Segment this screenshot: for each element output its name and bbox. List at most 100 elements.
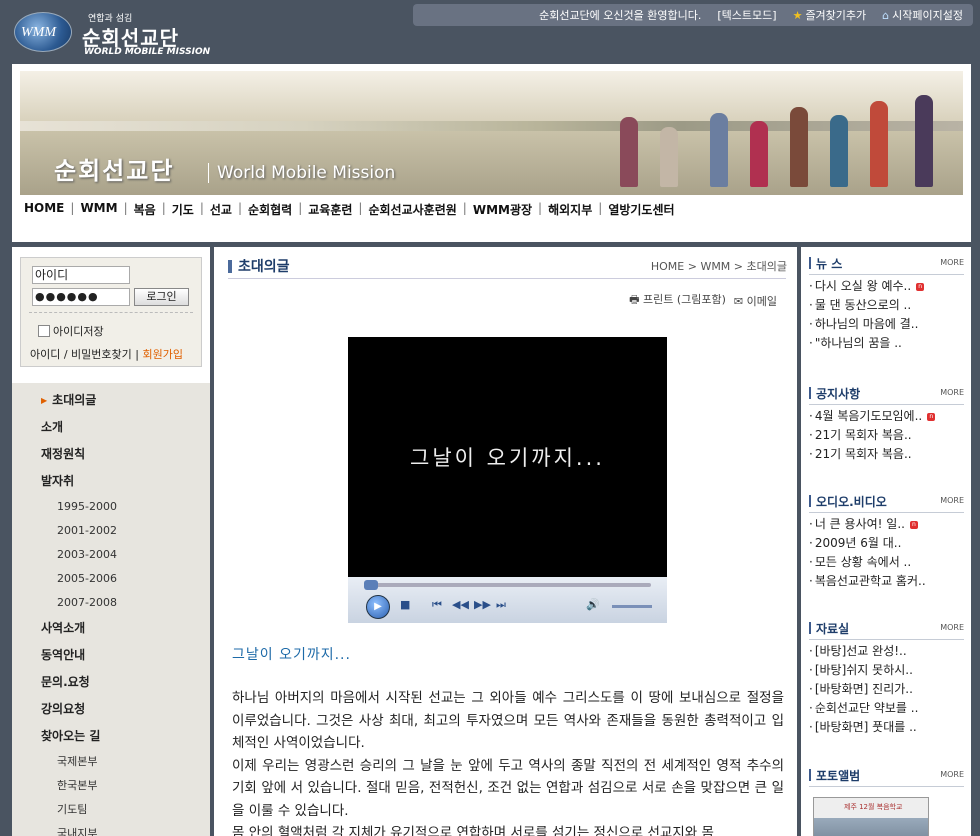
list-item[interactable]: 복음선교관학교 홈커.. bbox=[809, 572, 964, 591]
volume-icon[interactable]: 🔊 bbox=[586, 598, 600, 611]
list-item[interactable]: [바탕]쉬지 못하시.. bbox=[809, 661, 964, 680]
checkbox-icon bbox=[38, 325, 50, 337]
box-divider bbox=[809, 786, 964, 787]
photo-thumbnail[interactable]: 제주 12월 복음학교 bbox=[813, 797, 929, 836]
video-screen[interactable]: 그날이 오기까지... bbox=[348, 337, 667, 577]
left-nav-item[interactable]: 발자취 bbox=[12, 468, 210, 495]
article-paragraph: 이제 우리는 영광스런 승리의 그 날을 눈 앞에 두고 역사의 종말 직전의 … bbox=[232, 757, 784, 819]
left-nav-item[interactable]: 소개 bbox=[12, 414, 210, 441]
list-item[interactable]: 21기 목회자 복음.. bbox=[809, 426, 964, 445]
left-nav-item[interactable]: 문의.요청 bbox=[12, 669, 210, 696]
left-nav-item[interactable]: 초대의글 bbox=[12, 387, 210, 414]
print-link[interactable]: 🖶 프린트 (그림포함) bbox=[629, 291, 726, 310]
top-header: WMM 연합과 섬김 순회선교단 WORLD MOBILE MISSION 순회… bbox=[0, 0, 980, 62]
more-link[interactable]: MORE bbox=[940, 388, 964, 397]
email-link[interactable]: ✉ 이메일 bbox=[734, 293, 777, 309]
id-input[interactable]: 아이디 bbox=[32, 266, 130, 284]
left-nav-subitem[interactable]: 기도팀 bbox=[12, 798, 210, 822]
more-link[interactable]: MORE bbox=[940, 258, 964, 267]
left-nav-subitem[interactable]: 한국본부 bbox=[12, 774, 210, 798]
list-item[interactable]: 21기 목회자 복음.. bbox=[809, 445, 964, 464]
seek-handle[interactable] bbox=[364, 580, 378, 590]
more-link[interactable]: MORE bbox=[940, 770, 964, 779]
header-panel: 순회선교단 World Mobile Mission HOME | WMM | 복음 | 기… bbox=[12, 64, 971, 242]
nav-item[interactable]: 기도 bbox=[172, 201, 194, 218]
nav-item[interactable]: 순회선교사훈련원 bbox=[368, 201, 456, 218]
left-nav-item[interactable]: 사역소개 bbox=[12, 615, 210, 642]
left-nav-subitem[interactable]: 1995-2000 bbox=[12, 495, 210, 519]
left-nav-subitem[interactable]: 2005-2006 bbox=[12, 567, 210, 591]
login-box: 아이디 ●●●●●● 로그인 아이디저장 아이디 / 비밀번호찾기 | 회원가입 bbox=[20, 257, 202, 367]
nav-item[interactable]: WMM광장 bbox=[473, 201, 532, 218]
list-item[interactable]: 다시 오실 왕 예수.. n bbox=[809, 277, 964, 296]
list-item[interactable]: 순회선교단 약보를 .. bbox=[809, 699, 964, 718]
more-link[interactable]: MORE bbox=[940, 496, 964, 505]
next-icon[interactable]: ⏭ bbox=[496, 598, 506, 612]
homepage-link[interactable]: ⌂ 시작페이지설정 bbox=[882, 7, 963, 23]
left-nav-item[interactable]: 동역안내 bbox=[12, 642, 210, 669]
nav-separator: | bbox=[598, 201, 603, 215]
list-item[interactable]: 4월 복음기도모임에.. n bbox=[809, 407, 964, 426]
nav-item[interactable]: 복음 bbox=[134, 201, 156, 218]
news-heading: 뉴 스 MORE bbox=[809, 255, 964, 273]
left-nav-subitem[interactable]: 국내지부 bbox=[12, 822, 210, 836]
list-item[interactable]: 너 큰 용사여! 일.. n bbox=[809, 515, 964, 534]
site-logo[interactable]: WMM 연합과 섬김 순회선교단 WORLD MOBILE MISSION bbox=[14, 10, 214, 58]
rewind-icon[interactable]: ◀◀ bbox=[452, 598, 469, 611]
nav-item[interactable]: WMM bbox=[80, 201, 117, 218]
banner-image: 순회선교단 World Mobile Mission bbox=[20, 71, 963, 195]
box-divider bbox=[809, 274, 964, 275]
walker-figure bbox=[710, 113, 728, 187]
left-nav-item[interactable]: 찾아오는 길 bbox=[12, 723, 210, 750]
nav-item[interactable]: 순회협력 bbox=[248, 201, 292, 218]
left-sidebar: 아이디 ●●●●●● 로그인 아이디저장 아이디 / 비밀번호찾기 | 회원가입… bbox=[12, 247, 210, 836]
stop-icon[interactable]: ■ bbox=[400, 598, 410, 611]
more-link[interactable]: MORE bbox=[940, 623, 964, 632]
article-body: 하나님 아버지의 마음에서 시작된 선교는 그 외아들 예수 그리스도를 이 땅… bbox=[232, 687, 784, 836]
list-item-text: 21기 목회자 복음.. bbox=[814, 428, 912, 442]
av-heading: 오디오.비디오 MORE bbox=[809, 493, 964, 511]
text-mode-link[interactable]: [텍스트모드] bbox=[717, 7, 776, 23]
nav-item[interactable]: 열방기도센터 bbox=[608, 201, 674, 218]
left-nav-subitem[interactable]: 2001-2002 bbox=[12, 519, 210, 543]
nav-item[interactable]: 선교 bbox=[210, 201, 232, 218]
left-nav-item[interactable]: 재정원칙 bbox=[12, 441, 210, 468]
star-icon: ★ bbox=[792, 8, 803, 22]
find-account-link[interactable]: 아이디 / 비밀번호찾기 bbox=[30, 348, 132, 361]
nav-item[interactable]: 해외지부 bbox=[548, 201, 592, 218]
nav-separator: | bbox=[70, 201, 75, 215]
play-icon[interactable]: ▶ bbox=[366, 595, 390, 619]
left-nav-subitem[interactable]: 2003-2004 bbox=[12, 543, 210, 567]
seek-bar[interactable] bbox=[364, 580, 651, 590]
left-nav-item[interactable]: 강의요청 bbox=[12, 696, 210, 723]
list-item[interactable]: 모든 상황 속에서 .. bbox=[809, 553, 964, 572]
list-item[interactable]: 하나님의 마음에 결.. bbox=[809, 315, 964, 334]
join-link[interactable]: 회원가입 bbox=[143, 348, 183, 361]
video-player[interactable]: 그날이 오기까지... ▶ ■ ⏮ ◀◀ ▶▶ ⏭ 🔊 bbox=[348, 337, 667, 623]
login-button[interactable]: 로그인 bbox=[134, 288, 189, 306]
nav-item[interactable]: HOME bbox=[24, 201, 64, 218]
page-title-text: 초대의글 bbox=[238, 259, 290, 275]
list-item[interactable]: [바탕화면] 풋대를 .. bbox=[809, 718, 964, 737]
house-icon: ⌂ bbox=[882, 8, 890, 22]
news-title: 뉴 스 bbox=[816, 257, 843, 271]
globe-logo-icon: WMM bbox=[14, 12, 72, 52]
favorite-link[interactable]: ★ 즐겨찾기추가 bbox=[793, 7, 867, 23]
logo-english: WORLD MOBILE MISSION bbox=[84, 47, 211, 57]
save-id-checkbox[interactable]: 아이디저장 bbox=[38, 323, 104, 339]
left-nav-subitem[interactable]: 2007-2008 bbox=[12, 591, 210, 615]
nav-item[interactable]: 교육훈련 bbox=[308, 201, 352, 218]
volume-slider[interactable] bbox=[612, 605, 652, 608]
walker-figure bbox=[830, 115, 848, 187]
list-item[interactable]: 물 댄 동산으로의 .. bbox=[809, 296, 964, 315]
utility-bar: 순회선교단에 오신것을 환영합니다. [텍스트모드] ★ 즐겨찾기추가 ⌂ 시작페이… bbox=[413, 4, 973, 26]
left-nav-subitem[interactable]: 국제본부 bbox=[12, 750, 210, 774]
box-divider bbox=[809, 404, 964, 405]
previous-icon[interactable]: ⏮ bbox=[432, 598, 442, 612]
list-item[interactable]: [바탕]선교 완성!.. bbox=[809, 642, 964, 661]
list-item[interactable]: 2009년 6월 대.. bbox=[809, 534, 964, 553]
fast-forward-icon[interactable]: ▶▶ bbox=[474, 598, 491, 611]
list-item[interactable]: [바탕화면] 진리가.. bbox=[809, 680, 964, 699]
password-input[interactable]: ●●●●●● bbox=[32, 288, 130, 306]
list-item[interactable]: "하나님의 꿈을 .. bbox=[809, 334, 964, 353]
